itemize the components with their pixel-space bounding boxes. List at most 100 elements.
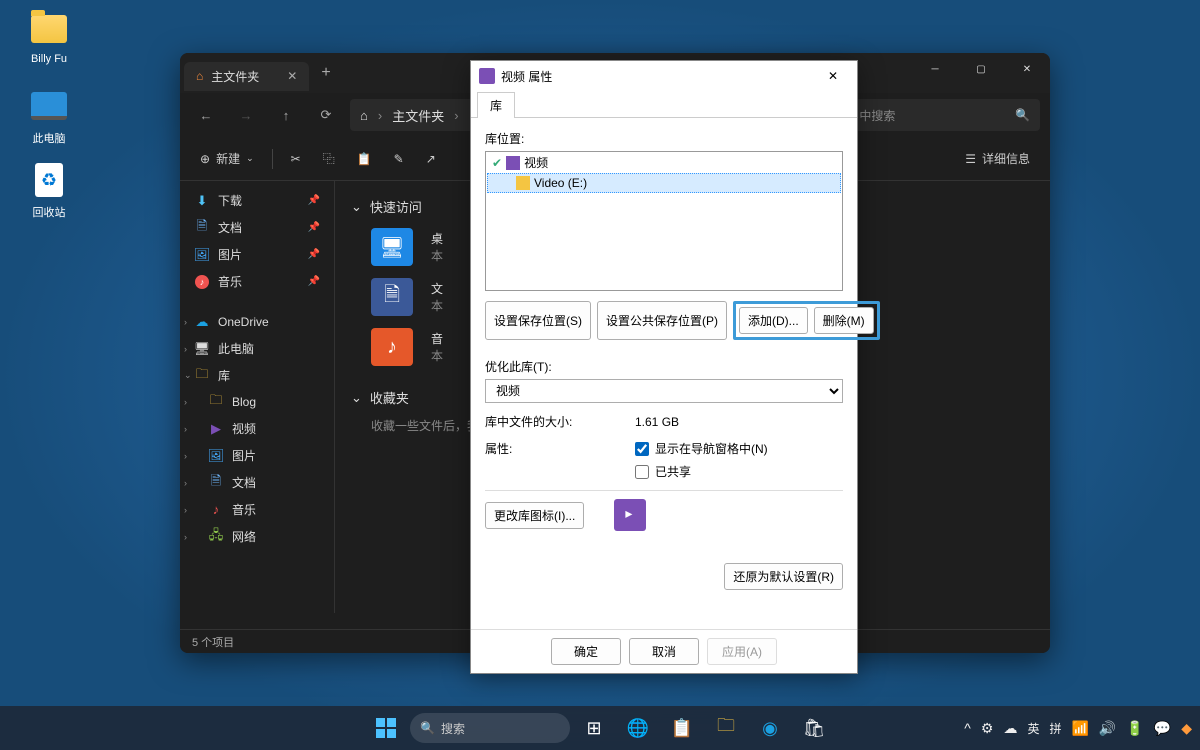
add-location-button[interactable]: 添加(D)...: [739, 307, 808, 334]
ime-indicator-2[interactable]: 拼: [1049, 720, 1061, 737]
change-icon-button[interactable]: 更改库图标(I)...: [485, 502, 584, 529]
library-icon: 🗀: [194, 368, 210, 384]
set-save-location-button[interactable]: 设置保存位置(S): [485, 301, 591, 340]
set-public-save-location-button[interactable]: 设置公共保存位置(P): [597, 301, 727, 340]
cancel-button[interactable]: 取消: [629, 638, 699, 665]
share-button[interactable]: ↗: [418, 148, 444, 170]
shared-checkbox[interactable]: 已共享: [635, 463, 768, 480]
details-view-button[interactable]: ☰ 详细信息: [957, 146, 1038, 171]
maximize-button[interactable]: ▢: [958, 53, 1004, 85]
pc-icon: 🖥: [194, 341, 210, 357]
edge-icon: ◉: [762, 718, 778, 739]
pinned-app-store[interactable]: 🛍: [794, 708, 834, 748]
sidebar-item-pictures[interactable]: 🖼 图片 📌: [180, 241, 334, 268]
sidebar-item-blog[interactable]: ›🗀Blog: [180, 389, 334, 415]
music-folder-icon: ♪: [371, 328, 413, 366]
copilot-icon[interactable]: ◆: [1181, 720, 1192, 737]
document-icon: 🗎: [194, 220, 210, 236]
status-item-count: 5 个项目: [192, 634, 234, 650]
sidebar-item-documents[interactable]: 🗎 文档 📌: [180, 214, 334, 241]
library-icon-preview: [614, 499, 646, 531]
chevron-down-icon: ⌄: [246, 153, 254, 164]
documents-folder-icon: 🗎: [371, 278, 413, 316]
close-button[interactable]: ✕: [1004, 53, 1050, 85]
new-tab-button[interactable]: +: [309, 64, 342, 82]
pinned-app-explorer[interactable]: 🗀: [706, 708, 746, 748]
desktop-icon-recyclebin[interactable]: ♻ 回收站: [14, 160, 84, 220]
battery-icon[interactable]: 🔋: [1126, 720, 1143, 737]
paste-button[interactable]: 📋: [349, 148, 380, 170]
wifi-icon[interactable]: 📶: [1071, 720, 1088, 737]
start-button[interactable]: [366, 708, 406, 748]
tab-label: 库: [490, 99, 502, 113]
pinned-app-edge[interactable]: ◉: [750, 708, 790, 748]
copy-button[interactable]: ⿻: [315, 146, 343, 171]
remove-location-button[interactable]: 删除(M): [814, 307, 874, 334]
notifications-icon[interactable]: 💬: [1154, 720, 1171, 737]
chevron-right-icon: ›: [184, 505, 187, 515]
breadcrumb-segment[interactable]: 主文件夹: [392, 106, 444, 125]
cut-icon: ✂: [291, 152, 301, 166]
desktop-icon-thispc[interactable]: 此电脑: [14, 86, 84, 146]
picture-icon: 🖼: [208, 448, 224, 464]
pin-icon: 📌: [308, 222, 320, 233]
sidebar-item-documents-lib[interactable]: ›🗎文档: [180, 469, 334, 496]
separator: [485, 490, 843, 491]
sidebar-item-network[interactable]: ›🖧网络: [180, 523, 334, 550]
tab-library[interactable]: 库: [477, 92, 515, 118]
forward-button[interactable]: →: [230, 99, 262, 131]
apply-button[interactable]: 应用(A): [707, 638, 777, 665]
tray-icon[interactable]: ⚙: [981, 720, 994, 737]
dialog-titlebar[interactable]: 视频 属性 ✕: [471, 61, 857, 91]
copy-icon: ⿻: [323, 150, 335, 167]
sidebar-item-thispc[interactable]: › 🖥 此电脑: [180, 335, 334, 362]
new-button[interactable]: ⊕ 新建 ⌄: [192, 146, 262, 171]
pinned-app-1[interactable]: 🌐: [618, 708, 658, 748]
sidebar-item-pictures-lib[interactable]: ›🖼图片: [180, 442, 334, 469]
optimize-select[interactable]: 视频: [485, 379, 843, 403]
pinned-app-2[interactable]: 📋: [662, 708, 702, 748]
checkbox-input[interactable]: [635, 465, 649, 479]
cut-button[interactable]: ✂: [283, 148, 309, 170]
location-label: Video (E:): [534, 176, 587, 190]
back-button[interactable]: ←: [190, 99, 222, 131]
video-library-icon: [479, 68, 495, 84]
sidebar-item-onedrive[interactable]: › ☁ OneDrive: [180, 309, 334, 335]
taskbar-search[interactable]: 🔍 搜索: [410, 713, 570, 743]
desktop-icon-label: 回收站: [14, 204, 84, 220]
plus-icon: ⊕: [200, 152, 210, 166]
chevron-right-icon: ›: [184, 397, 187, 407]
sidebar-item-music[interactable]: ♪ 音乐 📌: [180, 268, 334, 295]
library-locations-list[interactable]: ✔ 视频 Video (E:): [485, 151, 843, 291]
library-size-value: 1.61 GB: [635, 415, 679, 429]
sidebar-item-video[interactable]: ›▶视频: [180, 415, 334, 442]
onedrive-tray-icon[interactable]: ☁: [1003, 720, 1017, 737]
ime-indicator-1[interactable]: 英: [1027, 720, 1039, 737]
location-row-video[interactable]: ✔ 视频: [486, 152, 842, 173]
sidebar-item-music-lib[interactable]: ›♪音乐: [180, 496, 334, 523]
location-row-drive[interactable]: Video (E:): [487, 173, 841, 193]
minimize-button[interactable]: ─: [912, 53, 958, 85]
tab-close-icon[interactable]: ✕: [287, 69, 297, 83]
sidebar-item-downloads[interactable]: ⬇ 下载 📌: [180, 187, 334, 214]
explorer-tab[interactable]: ⌂ 主文件夹 ✕: [184, 62, 309, 91]
sidebar-item-libraries[interactable]: ⌄ 🗀 库: [180, 362, 334, 389]
restore-defaults-button[interactable]: 还原为默认设置(R): [724, 563, 843, 590]
app-icon: 📋: [671, 718, 693, 739]
refresh-button[interactable]: ⟳: [310, 99, 342, 131]
sidebar-item-label: Blog: [232, 395, 256, 409]
recyclebin-icon: ♻: [29, 160, 69, 200]
rename-button[interactable]: ✎: [386, 148, 412, 170]
desktop-icon-folder[interactable]: Billy Fu: [14, 9, 84, 65]
ok-button[interactable]: 确定: [551, 638, 621, 665]
up-button[interactable]: ↑: [270, 99, 302, 131]
document-icon: 🗎: [208, 475, 224, 491]
volume-icon[interactable]: 🔊: [1099, 720, 1116, 737]
checkbox-input[interactable]: [635, 442, 649, 456]
dialog-close-button[interactable]: ✕: [817, 61, 849, 91]
show-in-nav-checkbox[interactable]: 显示在导航窗格中(N): [635, 440, 768, 457]
item-sub: 本: [431, 247, 443, 264]
taskview-button[interactable]: ⊞: [574, 708, 614, 748]
picture-icon: 🖼: [194, 247, 210, 263]
chevron-up-icon[interactable]: ^: [964, 720, 971, 736]
